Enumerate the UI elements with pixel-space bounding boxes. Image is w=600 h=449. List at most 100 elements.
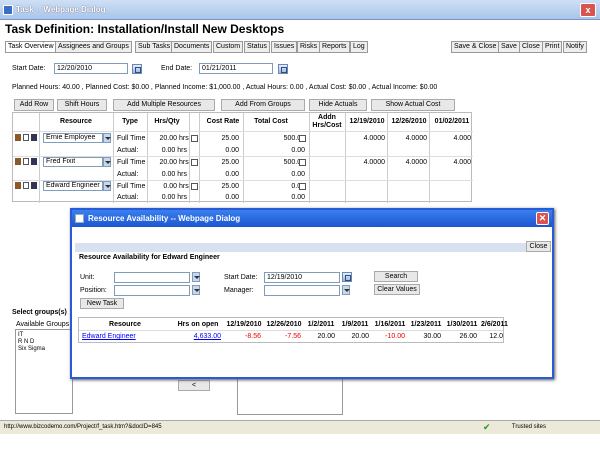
start-date-field[interactable]: 12/20/2010 — [54, 63, 128, 74]
person-icon[interactable] — [31, 158, 37, 165]
dialog-close-button[interactable]: Close — [526, 241, 551, 252]
position-label: Position: — [80, 287, 107, 294]
chevron-down-icon[interactable] — [192, 285, 200, 295]
end-date-field[interactable]: 01/21/2011 — [199, 63, 273, 74]
tab-sub-tasks[interactable]: Sub Tasks — [135, 41, 174, 53]
start-date-label: Start Date: — [12, 65, 46, 72]
list-item[interactable]: IT — [18, 332, 70, 339]
row-checkbox[interactable] — [191, 159, 198, 166]
selected-groups-list[interactable] — [237, 375, 343, 415]
tab-issues[interactable]: Issues — [271, 41, 298, 53]
avail-col-date: 1/2/2011 — [307, 321, 335, 328]
col-date-3: 01/02/2011 — [434, 118, 470, 125]
row-rate[interactable]: 25.00 — [203, 159, 239, 166]
actual-hrs: 0.00 hrs — [161, 194, 187, 201]
tab-task-overview[interactable]: Task Overview — [5, 41, 57, 53]
row-date-2[interactable]: 4.0000 — [389, 135, 427, 142]
print-button[interactable]: Print — [542, 41, 563, 53]
delete-icon[interactable] — [15, 134, 21, 141]
avail-col-date: 12/19/2010 — [226, 321, 262, 328]
resource-select[interactable]: Edward Engineer — [43, 181, 103, 191]
row-date-2[interactable]: 4.0000 — [389, 159, 427, 166]
col-total-cost: Total Cost — [254, 118, 288, 125]
save-button[interactable]: Save — [498, 41, 520, 53]
add-row-button[interactable]: Add Row — [14, 99, 54, 111]
addn-checkbox[interactable] — [299, 183, 306, 190]
position-select[interactable] — [114, 285, 190, 296]
avail-col-date: 1/9/2011 — [341, 321, 369, 328]
actual-total: 0.00 — [291, 194, 305, 201]
delete-icon[interactable] — [15, 158, 21, 165]
move-left-button[interactable]: < — [178, 380, 210, 391]
resource-grid: Resource Type Hrs/Qty Cost Rate Total Co… — [12, 112, 473, 203]
addn-checkbox[interactable] — [299, 159, 306, 166]
show-actual-cost-button[interactable]: Show Actual Cost — [371, 99, 455, 111]
chevron-down-icon[interactable] — [342, 285, 350, 295]
available-groups-list[interactable]: IT R N D Six Sigma — [15, 329, 73, 414]
chevron-down-icon[interactable] — [103, 181, 111, 191]
actual-label: Actual: — [117, 194, 139, 201]
avail-value: 20.00 — [351, 333, 369, 340]
unit-select[interactable] — [114, 272, 190, 283]
row-rate[interactable]: 25.00 — [203, 135, 239, 142]
available-groups-label: Available Groups — [16, 321, 70, 328]
list-item[interactable]: R N D — [18, 339, 70, 346]
tab-log[interactable]: Log — [350, 41, 368, 53]
avail-resource-link[interactable]: Edward Engineer — [82, 333, 136, 340]
document-icon[interactable] — [23, 182, 29, 189]
unit-label: Unit: — [80, 274, 95, 281]
save-close-button[interactable]: Save & Close — [451, 41, 500, 53]
list-item[interactable]: Six Sigma — [18, 346, 70, 353]
end-date-label: End Date: — [161, 65, 193, 72]
document-icon[interactable] — [23, 134, 29, 141]
tab-custom[interactable]: Custom — [213, 41, 244, 53]
row-checkbox[interactable] — [191, 183, 198, 190]
hide-actuals-button[interactable]: Hide Actuals — [309, 99, 367, 111]
manager-select[interactable] — [264, 285, 340, 296]
row-unit: hrs — [179, 159, 189, 166]
tab-status[interactable]: Status — [244, 41, 270, 53]
row-rate[interactable]: 25.00 — [203, 183, 239, 190]
window-close-button[interactable]: x — [580, 3, 596, 17]
resource-select[interactable]: Ernie Employee — [43, 133, 103, 143]
tab-reports[interactable]: Reports — [319, 41, 350, 53]
add-multiple-resources-button[interactable]: Add Multiple Resources — [113, 99, 215, 111]
row-date-1[interactable]: 4.0000 — [347, 135, 385, 142]
start-date-calendar-icon[interactable] — [132, 64, 142, 74]
row-hrs[interactable]: 20.00 — [147, 159, 177, 166]
chevron-down-icon[interactable] — [103, 157, 111, 167]
notify-button[interactable]: Notify — [563, 41, 587, 53]
avail-hrs-open-link[interactable]: 4,633.00 — [173, 333, 221, 340]
tab-assignees-and-groups[interactable]: Assignees and Groups — [55, 41, 132, 53]
avail-col-date: 1/30/2011 — [446, 321, 478, 328]
addn-checkbox[interactable] — [299, 135, 306, 142]
shift-hours-button[interactable]: Shift Hours — [57, 99, 107, 111]
tab-documents[interactable]: Documents — [171, 41, 213, 53]
row-date-3[interactable]: 4.000 — [433, 159, 471, 166]
add-from-groups-button[interactable]: Add From Groups — [221, 99, 305, 111]
chevron-down-icon[interactable] — [103, 133, 111, 143]
dialog-close-icon[interactable]: ✕ — [536, 212, 549, 225]
document-icon[interactable] — [23, 158, 29, 165]
row-checkbox[interactable] — [191, 135, 198, 142]
row-hrs[interactable]: 0.00 — [147, 183, 177, 190]
person-icon[interactable] — [31, 182, 37, 189]
dialog-calendar-icon[interactable] — [342, 272, 352, 282]
clear-values-button[interactable]: Clear Values — [374, 284, 420, 295]
end-date-calendar-icon[interactable] — [278, 64, 288, 74]
delete-icon[interactable] — [15, 182, 21, 189]
dialog-heading: Resource Availability for Edward Enginee… — [79, 254, 220, 261]
tab-risks[interactable]: Risks — [297, 41, 321, 53]
window-title-bar: Task -- Webpage Dialog x — [0, 0, 600, 20]
row-total: 500.00 — [283, 159, 305, 166]
dialog-start-date-field[interactable]: 12/19/2010 — [264, 272, 340, 283]
row-date-3[interactable]: 4.000 — [433, 135, 471, 142]
close-button[interactable]: Close — [519, 41, 543, 53]
row-hrs[interactable]: 20.00 — [147, 135, 177, 142]
search-button[interactable]: Search — [374, 271, 418, 282]
person-icon[interactable] — [31, 134, 37, 141]
new-task-button[interactable]: New Task — [80, 298, 124, 309]
chevron-down-icon[interactable] — [192, 272, 200, 282]
row-date-1[interactable]: 4.0000 — [347, 159, 385, 166]
resource-select[interactable]: Fred Fixit — [43, 157, 103, 167]
